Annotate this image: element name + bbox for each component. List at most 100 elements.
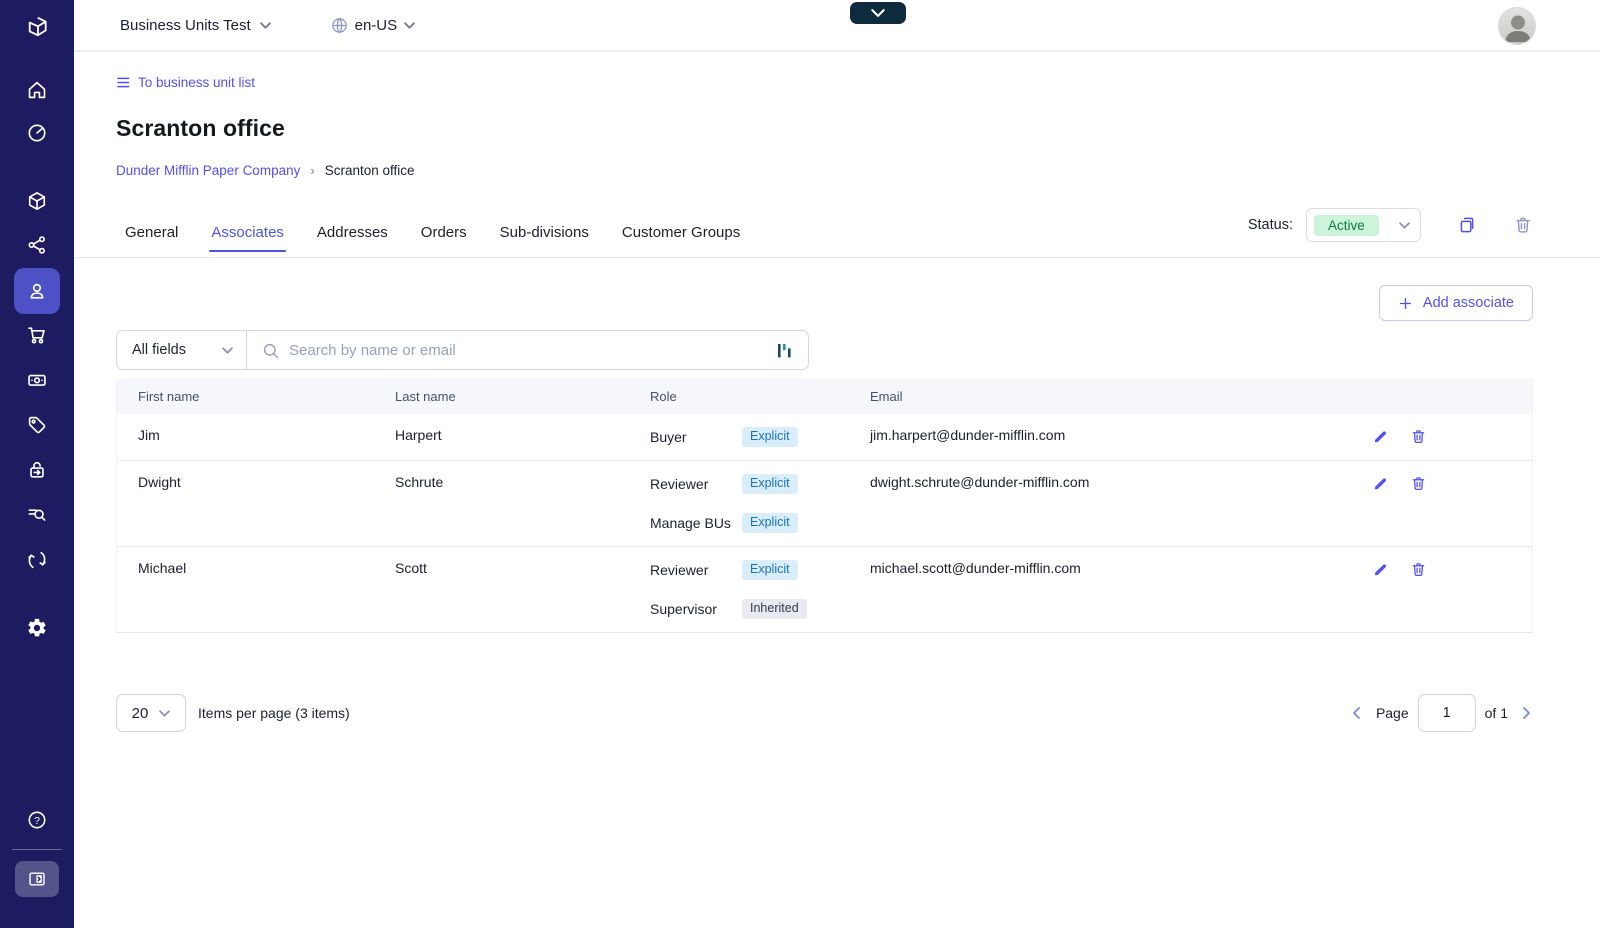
cell-email: dwight.schrute@dunder-mifflin.com bbox=[870, 474, 1090, 490]
customers-icon bbox=[30, 283, 44, 299]
checkout-icon[interactable] bbox=[26, 459, 48, 481]
pencil-icon bbox=[1374, 431, 1387, 443]
collapse-menu-button[interactable] bbox=[15, 861, 59, 897]
pagination-bar: 20 Items per page (3 items) Page of 1 bbox=[116, 694, 1533, 732]
globe-icon bbox=[331, 17, 347, 33]
back-to-list-link[interactable]: To business unit list bbox=[116, 75, 255, 90]
top-bar: Business Units Test en-US bbox=[74, 0, 1600, 52]
settings-icon[interactable] bbox=[26, 617, 48, 639]
column-header-first-name: First name bbox=[138, 389, 200, 404]
search-input[interactable] bbox=[247, 331, 808, 369]
table-row[interactable]: Jim Harpert Buyer Explicit jim.harpert@d… bbox=[117, 414, 1532, 461]
plus-icon bbox=[1399, 297, 1411, 309]
breadcrumb-separator-icon: › bbox=[310, 163, 315, 178]
categories-icon[interactable] bbox=[26, 234, 48, 256]
top-panel-toggle[interactable] bbox=[850, 2, 906, 24]
delete-associate-button[interactable] bbox=[1410, 475, 1427, 492]
user-avatar[interactable] bbox=[1498, 7, 1536, 45]
role-name: Reviewer bbox=[650, 561, 709, 578]
role-name: Reviewer bbox=[650, 475, 709, 492]
cell-email: michael.scott@dunder-mifflin.com bbox=[870, 560, 1081, 576]
sidebar-item-customers[interactable] bbox=[14, 268, 60, 314]
delete-business-unit-button[interactable] bbox=[1513, 215, 1533, 235]
pencil-icon bbox=[1374, 478, 1387, 490]
tab-customer-groups[interactable]: Customer Groups bbox=[622, 224, 740, 257]
next-page-icon[interactable] bbox=[1519, 706, 1533, 720]
chevron-down-icon bbox=[222, 346, 233, 354]
table-header-row: First name Last name Role Email bbox=[117, 379, 1532, 414]
orders-icon[interactable] bbox=[26, 324, 48, 346]
pencil-icon bbox=[1374, 564, 1387, 576]
list-icon bbox=[117, 77, 130, 88]
add-associate-button[interactable]: Add associate bbox=[1378, 285, 1533, 321]
associates-toolbar: Add associate bbox=[116, 285, 1533, 321]
delete-associate-button[interactable] bbox=[1410, 561, 1427, 578]
status-dropdown[interactable]: Active bbox=[1306, 208, 1421, 242]
main-content: To business unit list Scranton office Du… bbox=[74, 52, 1600, 928]
trash-icon bbox=[1516, 217, 1530, 233]
role-name: Supervisor bbox=[650, 600, 717, 617]
role-badge: Inherited bbox=[742, 599, 807, 619]
status-controls: Status: Active bbox=[1248, 208, 1533, 242]
edit-associate-button[interactable] bbox=[1372, 561, 1389, 578]
tab-associates[interactable]: Associates bbox=[209, 224, 286, 257]
column-header-last-name: Last name bbox=[395, 389, 456, 404]
chevron-down-icon bbox=[871, 9, 885, 17]
cell-last-name: Schrute bbox=[395, 474, 444, 490]
role-name: Manage BUs bbox=[650, 514, 731, 531]
edit-associate-button[interactable] bbox=[1372, 428, 1389, 445]
dashboard-icon[interactable] bbox=[26, 122, 48, 144]
tab-sub-divisions[interactable]: Sub-divisions bbox=[500, 224, 589, 257]
trash-icon bbox=[1412, 563, 1425, 577]
tab-addresses[interactable]: Addresses bbox=[317, 224, 388, 257]
search-options-icon[interactable] bbox=[777, 343, 792, 359]
previous-page-icon[interactable] bbox=[1350, 706, 1364, 720]
chevron-down-icon bbox=[259, 21, 271, 29]
audit-log-icon[interactable] bbox=[26, 504, 48, 526]
column-header-email: Email bbox=[870, 389, 903, 404]
project-selector[interactable]: Business Units Test bbox=[120, 17, 271, 34]
page-number-input[interactable] bbox=[1417, 694, 1476, 732]
search-icon bbox=[263, 343, 279, 359]
discounts-icon[interactable] bbox=[26, 414, 48, 436]
edit-associate-button[interactable] bbox=[1372, 475, 1389, 492]
breadcrumb-parent-link[interactable]: Dunder Mifflin Paper Company bbox=[116, 163, 300, 178]
status-badge: Active bbox=[1314, 214, 1379, 236]
cell-roles: Buyer Explicit bbox=[629, 427, 849, 447]
cell-roles: Reviewer Explicit Manage BUs Explicit bbox=[629, 474, 849, 533]
app-logo[interactable] bbox=[22, 12, 52, 40]
role-name: Buyer bbox=[650, 428, 687, 445]
operations-icon[interactable] bbox=[26, 549, 48, 571]
trash-icon bbox=[1412, 477, 1425, 491]
tab-general[interactable]: General bbox=[125, 224, 178, 257]
add-associate-label: Add associate bbox=[1422, 295, 1514, 311]
help-icon[interactable]: ? bbox=[26, 809, 48, 831]
cell-last-name: Harpert bbox=[395, 427, 442, 443]
panel-right-icon bbox=[29, 872, 45, 886]
role-badge: Explicit bbox=[742, 427, 798, 447]
trash-icon bbox=[1412, 430, 1425, 444]
search-field-dropdown[interactable]: All fields bbox=[116, 330, 247, 370]
delete-associate-button[interactable] bbox=[1410, 428, 1427, 445]
cell-last-name: Scott bbox=[395, 560, 427, 576]
payments-icon[interactable] bbox=[26, 369, 48, 391]
locale-selector[interactable]: en-US bbox=[331, 17, 416, 34]
search-field-value: All fields bbox=[132, 342, 186, 358]
home-icon[interactable] bbox=[26, 79, 48, 101]
project-name: Business Units Test bbox=[120, 16, 251, 34]
chevron-down-icon bbox=[404, 21, 415, 29]
table-row[interactable]: Dwight Schrute Reviewer Explicit Manage … bbox=[117, 461, 1532, 547]
svg-text:?: ? bbox=[34, 816, 40, 827]
duplicate-button[interactable] bbox=[1457, 215, 1477, 235]
sidebar-divider bbox=[12, 849, 62, 850]
page-title: Scranton office bbox=[116, 115, 285, 141]
products-icon[interactable] bbox=[26, 190, 48, 212]
items-per-page-dropdown[interactable]: 20 bbox=[116, 694, 186, 732]
status-label: Status: bbox=[1247, 217, 1293, 233]
items-per-page-label: Items per page (3 items) bbox=[198, 705, 350, 721]
tab-orders[interactable]: Orders bbox=[421, 224, 467, 257]
page-label: Page bbox=[1375, 705, 1409, 721]
column-header-role: Role bbox=[650, 389, 677, 404]
table-row[interactable]: Michael Scott Reviewer Explicit Supervis… bbox=[117, 547, 1532, 633]
cell-roles: Reviewer Explicit Supervisor Inherited bbox=[629, 560, 849, 619]
